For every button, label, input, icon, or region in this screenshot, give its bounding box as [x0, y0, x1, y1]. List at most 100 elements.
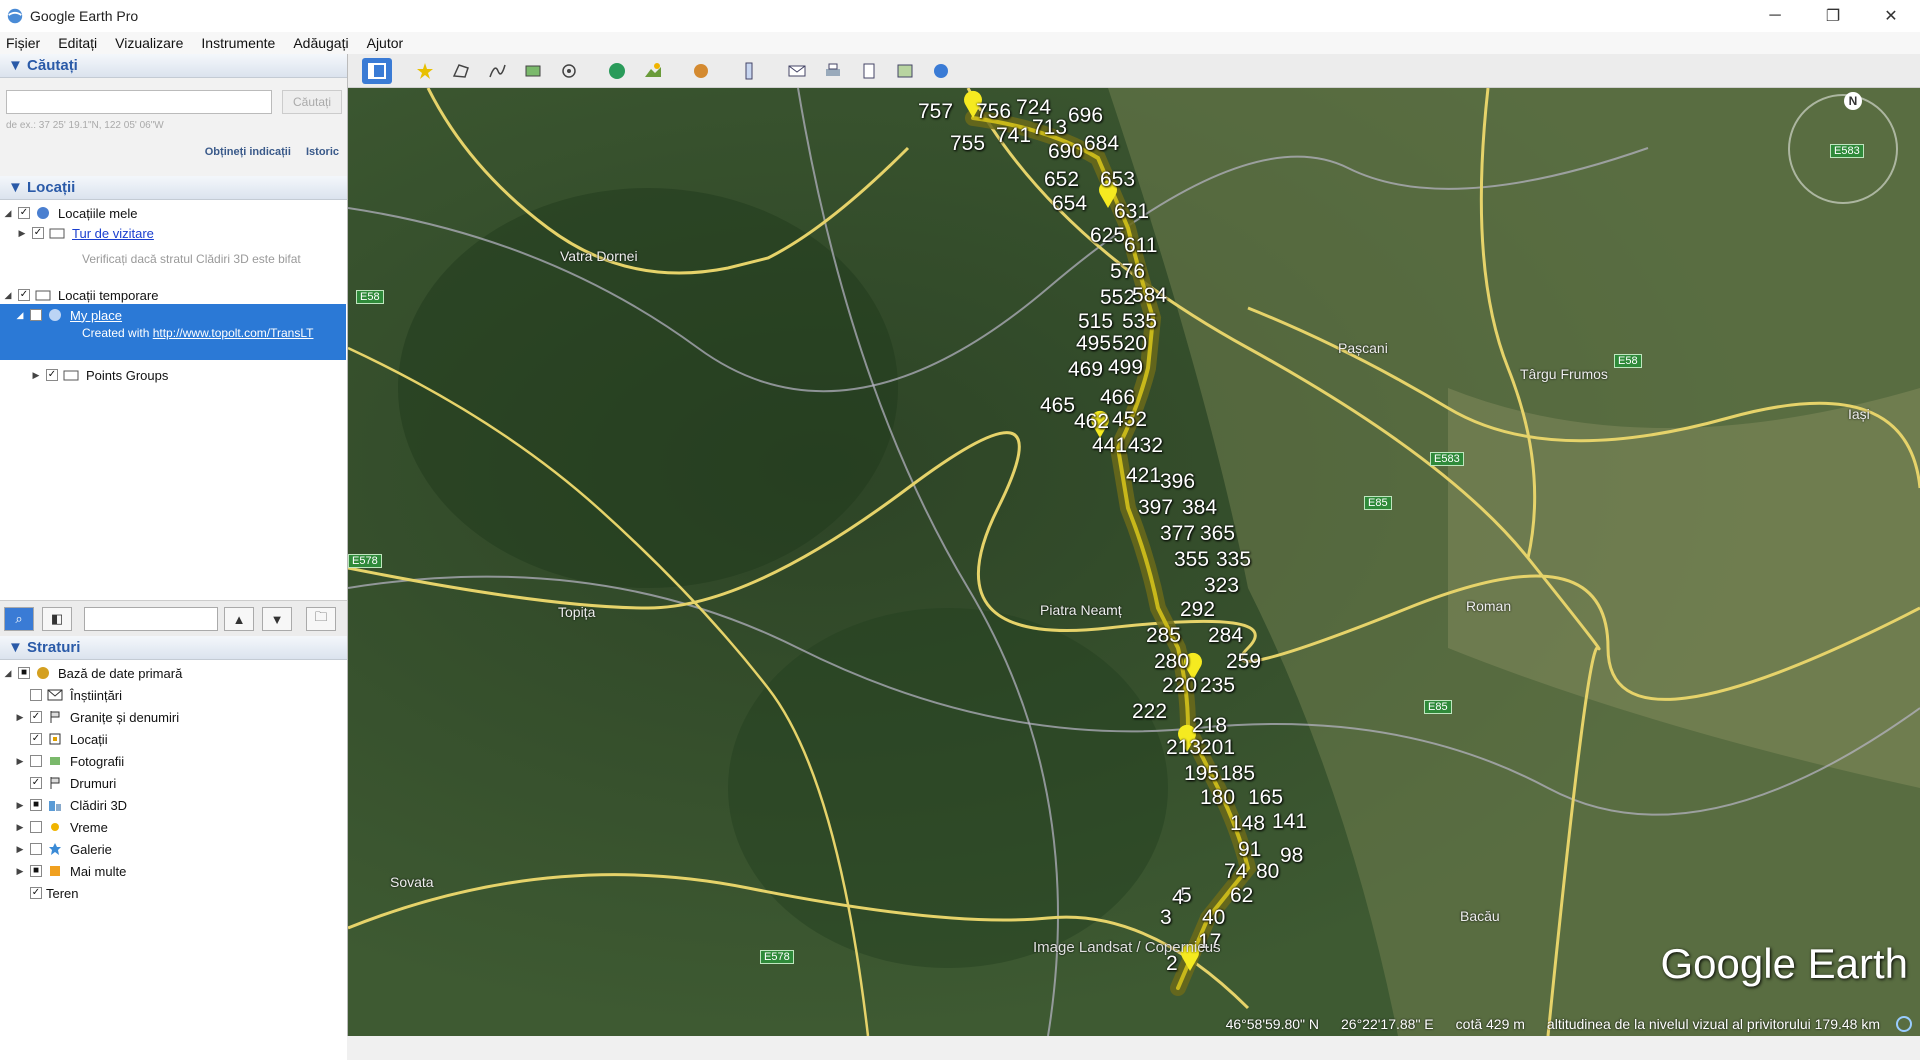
waypoint-label[interactable]: 365 — [1200, 522, 1235, 546]
waypoint-label[interactable]: 195 — [1184, 762, 1219, 786]
waypoint-label[interactable]: 452 — [1112, 408, 1147, 432]
waypoint-label[interactable]: 515 — [1078, 310, 1113, 334]
waypoint-label[interactable]: 499 — [1108, 356, 1143, 380]
expand-icon[interactable]: ▶ — [14, 822, 26, 833]
tree-item-tour[interactable]: ▶ ✓ Tur de vizitare — [16, 224, 154, 242]
waypoint-label[interactable]: 432 — [1128, 434, 1163, 458]
waypoint-label[interactable]: 584 — [1132, 284, 1167, 308]
waypoint-label[interactable]: 201 — [1200, 736, 1235, 760]
expand-icon[interactable]: ▶ — [14, 844, 26, 855]
waypoint-label[interactable]: 3 — [1160, 906, 1172, 930]
earth-gallery-icon[interactable] — [926, 58, 956, 84]
checkbox[interactable]: ■ — [30, 865, 42, 877]
waypoint-label[interactable]: 220 — [1162, 674, 1197, 698]
places-filter-input[interactable] — [84, 607, 218, 631]
search-input[interactable] — [6, 90, 272, 114]
ruler-icon[interactable] — [734, 58, 764, 84]
waypoint-label[interactable]: 441 — [1092, 434, 1127, 458]
layer-notifications[interactable]: Înștiințări — [26, 686, 122, 704]
collapse-icon[interactable]: ◢ — [2, 208, 14, 219]
checkbox[interactable]: ✓ — [18, 289, 30, 301]
tree-item-my-places[interactable]: ◢ ✓ Locațiile mele — [2, 204, 138, 222]
add-path-icon[interactable] — [482, 58, 512, 84]
city-label[interactable]: Sovata — [390, 874, 434, 890]
places-panel-header[interactable]: ▼ Locații — [0, 176, 347, 200]
waypoint-label[interactable]: 611 — [1124, 234, 1157, 258]
waypoint-label[interactable]: 684 — [1084, 132, 1119, 156]
waypoint-label[interactable]: 462 — [1074, 410, 1109, 434]
checkbox[interactable] — [30, 821, 42, 833]
checkbox[interactable]: ✓ — [46, 369, 58, 381]
waypoint-label[interactable]: 180 — [1200, 786, 1235, 810]
waypoint-label[interactable]: 396 — [1160, 470, 1195, 494]
city-label[interactable]: Vatra Dornei — [560, 248, 638, 264]
waypoint-label[interactable]: 465 — [1040, 394, 1075, 418]
checkbox[interactable]: ✓ — [30, 777, 42, 789]
waypoint-label[interactable]: 148 — [1230, 812, 1265, 836]
layer-weather[interactable]: ▶ Vreme — [14, 818, 108, 836]
checkbox[interactable]: ✓ — [18, 207, 30, 219]
checkbox[interactable]: ✓ — [30, 711, 42, 723]
waypoint-label[interactable]: 535 — [1122, 310, 1157, 334]
menu-add[interactable]: Adăugați — [293, 35, 348, 51]
waypoint-label[interactable]: 74 — [1224, 860, 1247, 884]
checkbox[interactable]: ✓ — [30, 309, 42, 321]
menu-help[interactable]: Ajutor — [367, 35, 404, 51]
waypoint-label[interactable]: 280 — [1154, 650, 1189, 674]
waypoint-label[interactable]: 713 — [1032, 116, 1067, 140]
add-placemark-icon[interactable] — [410, 58, 440, 84]
sidebar-toggle-icon[interactable] — [362, 57, 392, 84]
layer-3d-buildings[interactable]: ▶ ■ Clădiri 3D — [14, 796, 128, 814]
move-up-icon[interactable]: ▲ — [224, 607, 254, 631]
layer-photos[interactable]: ▶ Fotografii — [14, 752, 125, 770]
waypoint-label[interactable]: 218 — [1192, 714, 1227, 738]
waypoint-label[interactable]: 355 — [1174, 548, 1209, 572]
sunlight-icon[interactable] — [638, 58, 668, 84]
expand-icon[interactable]: ▶ — [14, 712, 26, 723]
history-link[interactable]: Istoric — [306, 146, 339, 158]
city-label[interactable]: Pașcani — [1338, 340, 1388, 356]
waypoint-label[interactable]: 235 — [1200, 674, 1235, 698]
record-tour-icon[interactable] — [554, 58, 584, 84]
save-image-icon[interactable] — [854, 58, 884, 84]
checkbox[interactable] — [30, 843, 42, 855]
waypoint-label[interactable]: 335 — [1216, 548, 1251, 572]
layer-places[interactable]: ✓ Locații — [26, 730, 108, 748]
waypoint-label[interactable]: 495 — [1076, 332, 1111, 356]
checkbox[interactable]: ■ — [30, 799, 42, 811]
expand-icon[interactable]: ▶ — [14, 756, 26, 767]
tree-item-temporary-places[interactable]: ◢ ✓ Locații temporare — [2, 286, 159, 304]
waypoint-label[interactable]: 259 — [1226, 650, 1261, 674]
city-label[interactable]: Iași — [1848, 406, 1870, 422]
menu-view[interactable]: Vizualizare — [115, 35, 183, 51]
waypoint-label[interactable]: 625 — [1090, 224, 1125, 248]
collapse-icon[interactable]: ◢ — [14, 310, 26, 321]
waypoint-label[interactable]: 653 — [1100, 168, 1135, 192]
email-icon[interactable] — [782, 58, 812, 84]
menu-edit[interactable]: Editați — [58, 35, 97, 51]
map-view[interactable]: N Vatra Dornei Pașcani Târgu Frumos Iași… — [348, 88, 1920, 1036]
search-panel-header[interactable]: ▼ Căutați — [0, 54, 347, 78]
planets-icon[interactable] — [686, 58, 716, 84]
waypoint-label[interactable]: 755 — [950, 132, 985, 156]
waypoint-label[interactable]: 757 — [918, 100, 953, 124]
city-label[interactable]: Piatra Neamț — [1040, 602, 1122, 618]
view-in-maps-icon[interactable] — [890, 58, 920, 84]
tree-item-my-place[interactable]: ◢ ✓ My place — [14, 306, 123, 324]
expand-icon[interactable]: ▶ — [30, 370, 42, 381]
waypoint-label[interactable]: 397 — [1138, 496, 1173, 520]
expand-icon[interactable]: ▶ — [16, 228, 28, 239]
waypoint-label[interactable]: 384 — [1182, 496, 1217, 520]
waypoint-label[interactable]: 213 — [1166, 736, 1201, 760]
checkbox[interactable]: ■ — [18, 667, 30, 679]
tree-item-points-groups[interactable]: ▶ ✓ Points Groups — [30, 366, 169, 384]
waypoint-label[interactable]: 292 — [1180, 598, 1215, 622]
panel-toggle-icon[interactable]: ◧ — [42, 607, 72, 631]
add-polygon-icon[interactable] — [446, 58, 476, 84]
checkbox[interactable]: ✓ — [32, 227, 44, 239]
restore-button[interactable]: ❐ — [1804, 0, 1862, 32]
waypoint-label[interactable]: 185 — [1220, 762, 1255, 786]
waypoint-label[interactable]: 690 — [1048, 140, 1083, 164]
waypoint-label[interactable]: 284 — [1208, 624, 1243, 648]
waypoint-label[interactable]: 40 — [1202, 906, 1225, 930]
